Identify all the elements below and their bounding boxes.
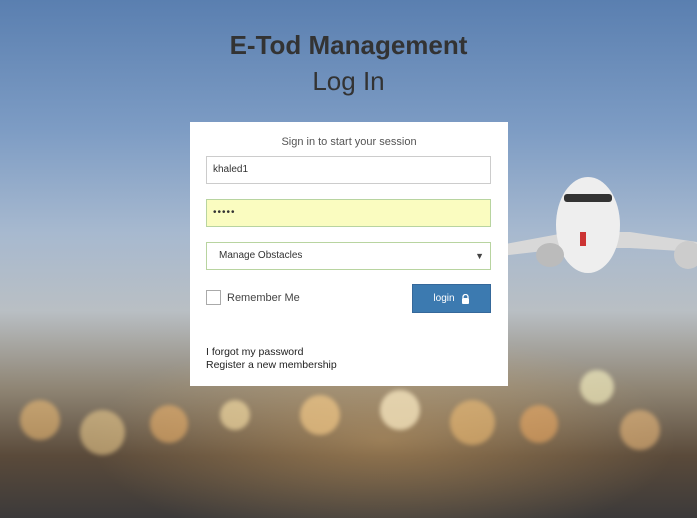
bokeh-light [620, 410, 660, 450]
bokeh-light [580, 370, 614, 404]
bokeh-light [20, 400, 60, 440]
login-button[interactable]: login [412, 284, 491, 313]
chevron-down-icon: ▼ [475, 251, 484, 261]
bokeh-light [380, 390, 420, 430]
forgot-password-link[interactable]: I forgot my password [206, 346, 303, 358]
bokeh-light [520, 405, 558, 443]
remember-me-label: Remember Me [227, 291, 300, 304]
login-box-message: Sign in to start your session [281, 136, 417, 148]
module-select-value: Manage Obstacles [219, 250, 303, 261]
module-select[interactable]: Manage Obstacles ▼ [206, 242, 491, 270]
register-link[interactable]: Register a new membership [206, 359, 337, 371]
bokeh-light [300, 395, 340, 435]
username-input[interactable]: khaled1 [206, 156, 491, 184]
login-box: Sign in to start your session khaled1 ••… [190, 122, 508, 386]
bokeh-light [150, 405, 188, 443]
remember-me[interactable]: Remember Me [206, 290, 300, 305]
airplane-image [500, 177, 697, 273]
remember-me-checkbox[interactable] [206, 290, 221, 305]
bokeh-light [80, 410, 125, 455]
bokeh-light [220, 400, 250, 430]
login-button-label: login [433, 293, 455, 304]
lock-icon [461, 293, 469, 304]
app-title: E-Tod Management [229, 30, 468, 60]
password-input[interactable]: ••••• [206, 199, 491, 227]
bokeh-light [450, 400, 495, 445]
page-title: Log In [312, 66, 385, 96]
